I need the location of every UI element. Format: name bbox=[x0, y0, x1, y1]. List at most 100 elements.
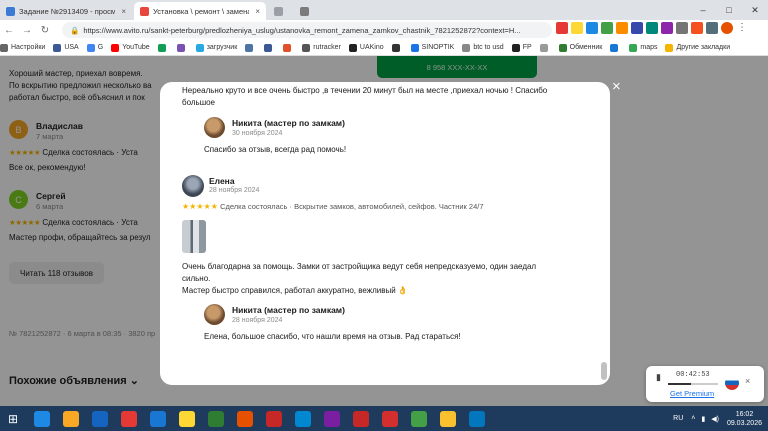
bookmark-icon bbox=[539, 43, 548, 52]
browser-tab[interactable] bbox=[268, 2, 292, 20]
extension-icon[interactable] bbox=[586, 22, 598, 34]
minimize-icon[interactable]: – bbox=[690, 0, 716, 20]
back-icon[interactable]: ← bbox=[0, 25, 18, 36]
bookmark-item[interactable]: Другие закладки bbox=[665, 43, 730, 52]
bookmark-item[interactable] bbox=[610, 43, 621, 52]
browser-tab[interactable]: Установка \ ремонт \ замена зам × bbox=[134, 2, 266, 20]
bookmark-icon bbox=[610, 43, 619, 52]
forward-icon[interactable]: → bbox=[18, 25, 36, 36]
app-icon bbox=[411, 410, 427, 427]
bookmark-item[interactable] bbox=[264, 43, 275, 52]
extension-icon[interactable] bbox=[691, 22, 703, 34]
menu-icon[interactable]: ⋮ bbox=[736, 22, 748, 34]
app-icon bbox=[150, 410, 166, 427]
taskbar-app-button[interactable] bbox=[232, 408, 258, 429]
network-icon[interactable]: ▮ bbox=[701, 415, 705, 423]
bookmark-item[interactable] bbox=[391, 43, 403, 52]
chevron-up-icon[interactable]: ˄ bbox=[691, 415, 695, 422]
app-icon bbox=[34, 410, 50, 427]
bookmark-item[interactable]: btc to usd bbox=[462, 43, 504, 52]
start-button[interactable]: ⊞ bbox=[0, 408, 26, 429]
extension-icon[interactable] bbox=[646, 22, 658, 34]
extension-icon[interactable] bbox=[616, 22, 628, 34]
bookmark-item[interactable]: загрузчик bbox=[195, 43, 238, 52]
bookmark-item[interactable]: FP bbox=[511, 43, 532, 52]
reload-icon[interactable]: ↻ bbox=[36, 25, 54, 36]
app-icon bbox=[179, 410, 195, 427]
url-text: https://www.avito.ru/sankt-peterburg/pre… bbox=[83, 25, 521, 35]
extension-icon[interactable] bbox=[631, 22, 643, 34]
extension-icon[interactable] bbox=[571, 22, 583, 34]
close-icon[interactable]: × bbox=[612, 78, 621, 95]
taskbar-app-button[interactable] bbox=[290, 408, 316, 429]
app-icon bbox=[92, 410, 108, 427]
reviewer-avatar bbox=[182, 175, 204, 197]
extension-icon[interactable] bbox=[556, 22, 568, 34]
browser-tab[interactable] bbox=[294, 2, 318, 20]
taskbar-app-button[interactable] bbox=[87, 408, 113, 429]
bookmark-item[interactable]: SINOPTIK bbox=[410, 43, 454, 52]
bookmark-item[interactable]: UAKino bbox=[348, 43, 384, 52]
close-icon[interactable]: × bbox=[745, 376, 750, 386]
taskbar-app-button[interactable] bbox=[261, 408, 287, 429]
browser-tab[interactable]: Задание №2913409 - просмотр з × bbox=[0, 2, 132, 20]
extension-icon[interactable] bbox=[706, 22, 718, 34]
modal-scrollbar[interactable] bbox=[601, 362, 607, 380]
clock[interactable]: 16:02 09.03.2026 bbox=[727, 410, 762, 428]
bookmark-item[interactable]: YouTube bbox=[111, 43, 150, 52]
bookmark-item[interactable]: Настройки bbox=[0, 43, 45, 52]
app-icon bbox=[63, 410, 79, 427]
taskbar-app-button[interactable] bbox=[377, 408, 403, 429]
language-indicator[interactable]: RU bbox=[673, 415, 683, 422]
get-premium-link[interactable]: Get Premium bbox=[670, 389, 714, 398]
bookmark-item[interactable] bbox=[176, 43, 188, 52]
taskbar-app-button[interactable] bbox=[174, 408, 200, 429]
bookmark-item[interactable]: G bbox=[86, 43, 103, 52]
taskbar-app-button[interactable] bbox=[348, 408, 374, 429]
taskbar-app-button[interactable] bbox=[145, 408, 171, 429]
taskbar-app-button[interactable] bbox=[464, 408, 490, 429]
review-text: большое bbox=[182, 98, 216, 107]
maximize-icon[interactable]: □ bbox=[716, 0, 742, 20]
review-photo[interactable] bbox=[182, 220, 206, 253]
bookmark-icon bbox=[86, 43, 95, 52]
bookmark-icon bbox=[111, 43, 120, 52]
taskbar-app-button[interactable] bbox=[435, 408, 461, 429]
player-progress[interactable] bbox=[668, 383, 718, 385]
bookmark-item[interactable]: USA bbox=[53, 43, 79, 52]
app-icon bbox=[440, 410, 456, 427]
bookmark-item[interactable] bbox=[157, 43, 169, 52]
taskbar-app-button[interactable] bbox=[116, 408, 142, 429]
taskbar-app-button[interactable] bbox=[58, 408, 84, 429]
review-status: ★★★★★ Сделка состоялась · Вскрытие замко… bbox=[182, 202, 484, 211]
play-icon[interactable]: ▮ bbox=[656, 372, 661, 383]
tab-close-icon[interactable]: × bbox=[255, 7, 260, 16]
taskbar-app-button[interactable] bbox=[319, 408, 345, 429]
bookmark-item[interactable] bbox=[539, 43, 551, 52]
extension-icon[interactable] bbox=[661, 22, 673, 34]
extension-icon[interactable] bbox=[676, 22, 688, 34]
close-window-icon[interactable]: ✕ bbox=[742, 0, 768, 20]
volume-icon[interactable]: ◀) bbox=[711, 415, 719, 423]
reply-date: 28 ноября 2024 bbox=[232, 317, 283, 324]
tab-favicon-icon bbox=[140, 6, 149, 16]
seller-avatar bbox=[204, 304, 225, 325]
bookmark-item[interactable]: Обменник bbox=[558, 43, 602, 52]
player-time: 00:42:53 bbox=[676, 371, 710, 379]
tab-label: Задание №2913409 - просмотр з bbox=[19, 6, 116, 16]
bookmark-item[interactable]: maps bbox=[629, 43, 658, 52]
bookmark-label: загрузчик bbox=[206, 44, 238, 51]
bookmark-label: maps bbox=[640, 44, 658, 51]
bookmark-item[interactable]: rutracker bbox=[302, 43, 341, 52]
profile-avatar[interactable] bbox=[721, 22, 733, 34]
bookmark-icon bbox=[264, 43, 273, 52]
bookmark-icon bbox=[245, 43, 254, 52]
taskbar-app-button[interactable] bbox=[406, 408, 432, 429]
address-bar[interactable]: 🔒 https://www.avito.ru/sankt-peterburg/p… bbox=[62, 22, 552, 38]
bookmark-item[interactable] bbox=[245, 43, 256, 52]
extension-icon[interactable] bbox=[601, 22, 613, 34]
taskbar-app-button[interactable] bbox=[29, 408, 55, 429]
tab-close-icon[interactable]: × bbox=[121, 7, 126, 16]
bookmark-item[interactable] bbox=[283, 43, 294, 52]
taskbar-app-button[interactable] bbox=[203, 408, 229, 429]
